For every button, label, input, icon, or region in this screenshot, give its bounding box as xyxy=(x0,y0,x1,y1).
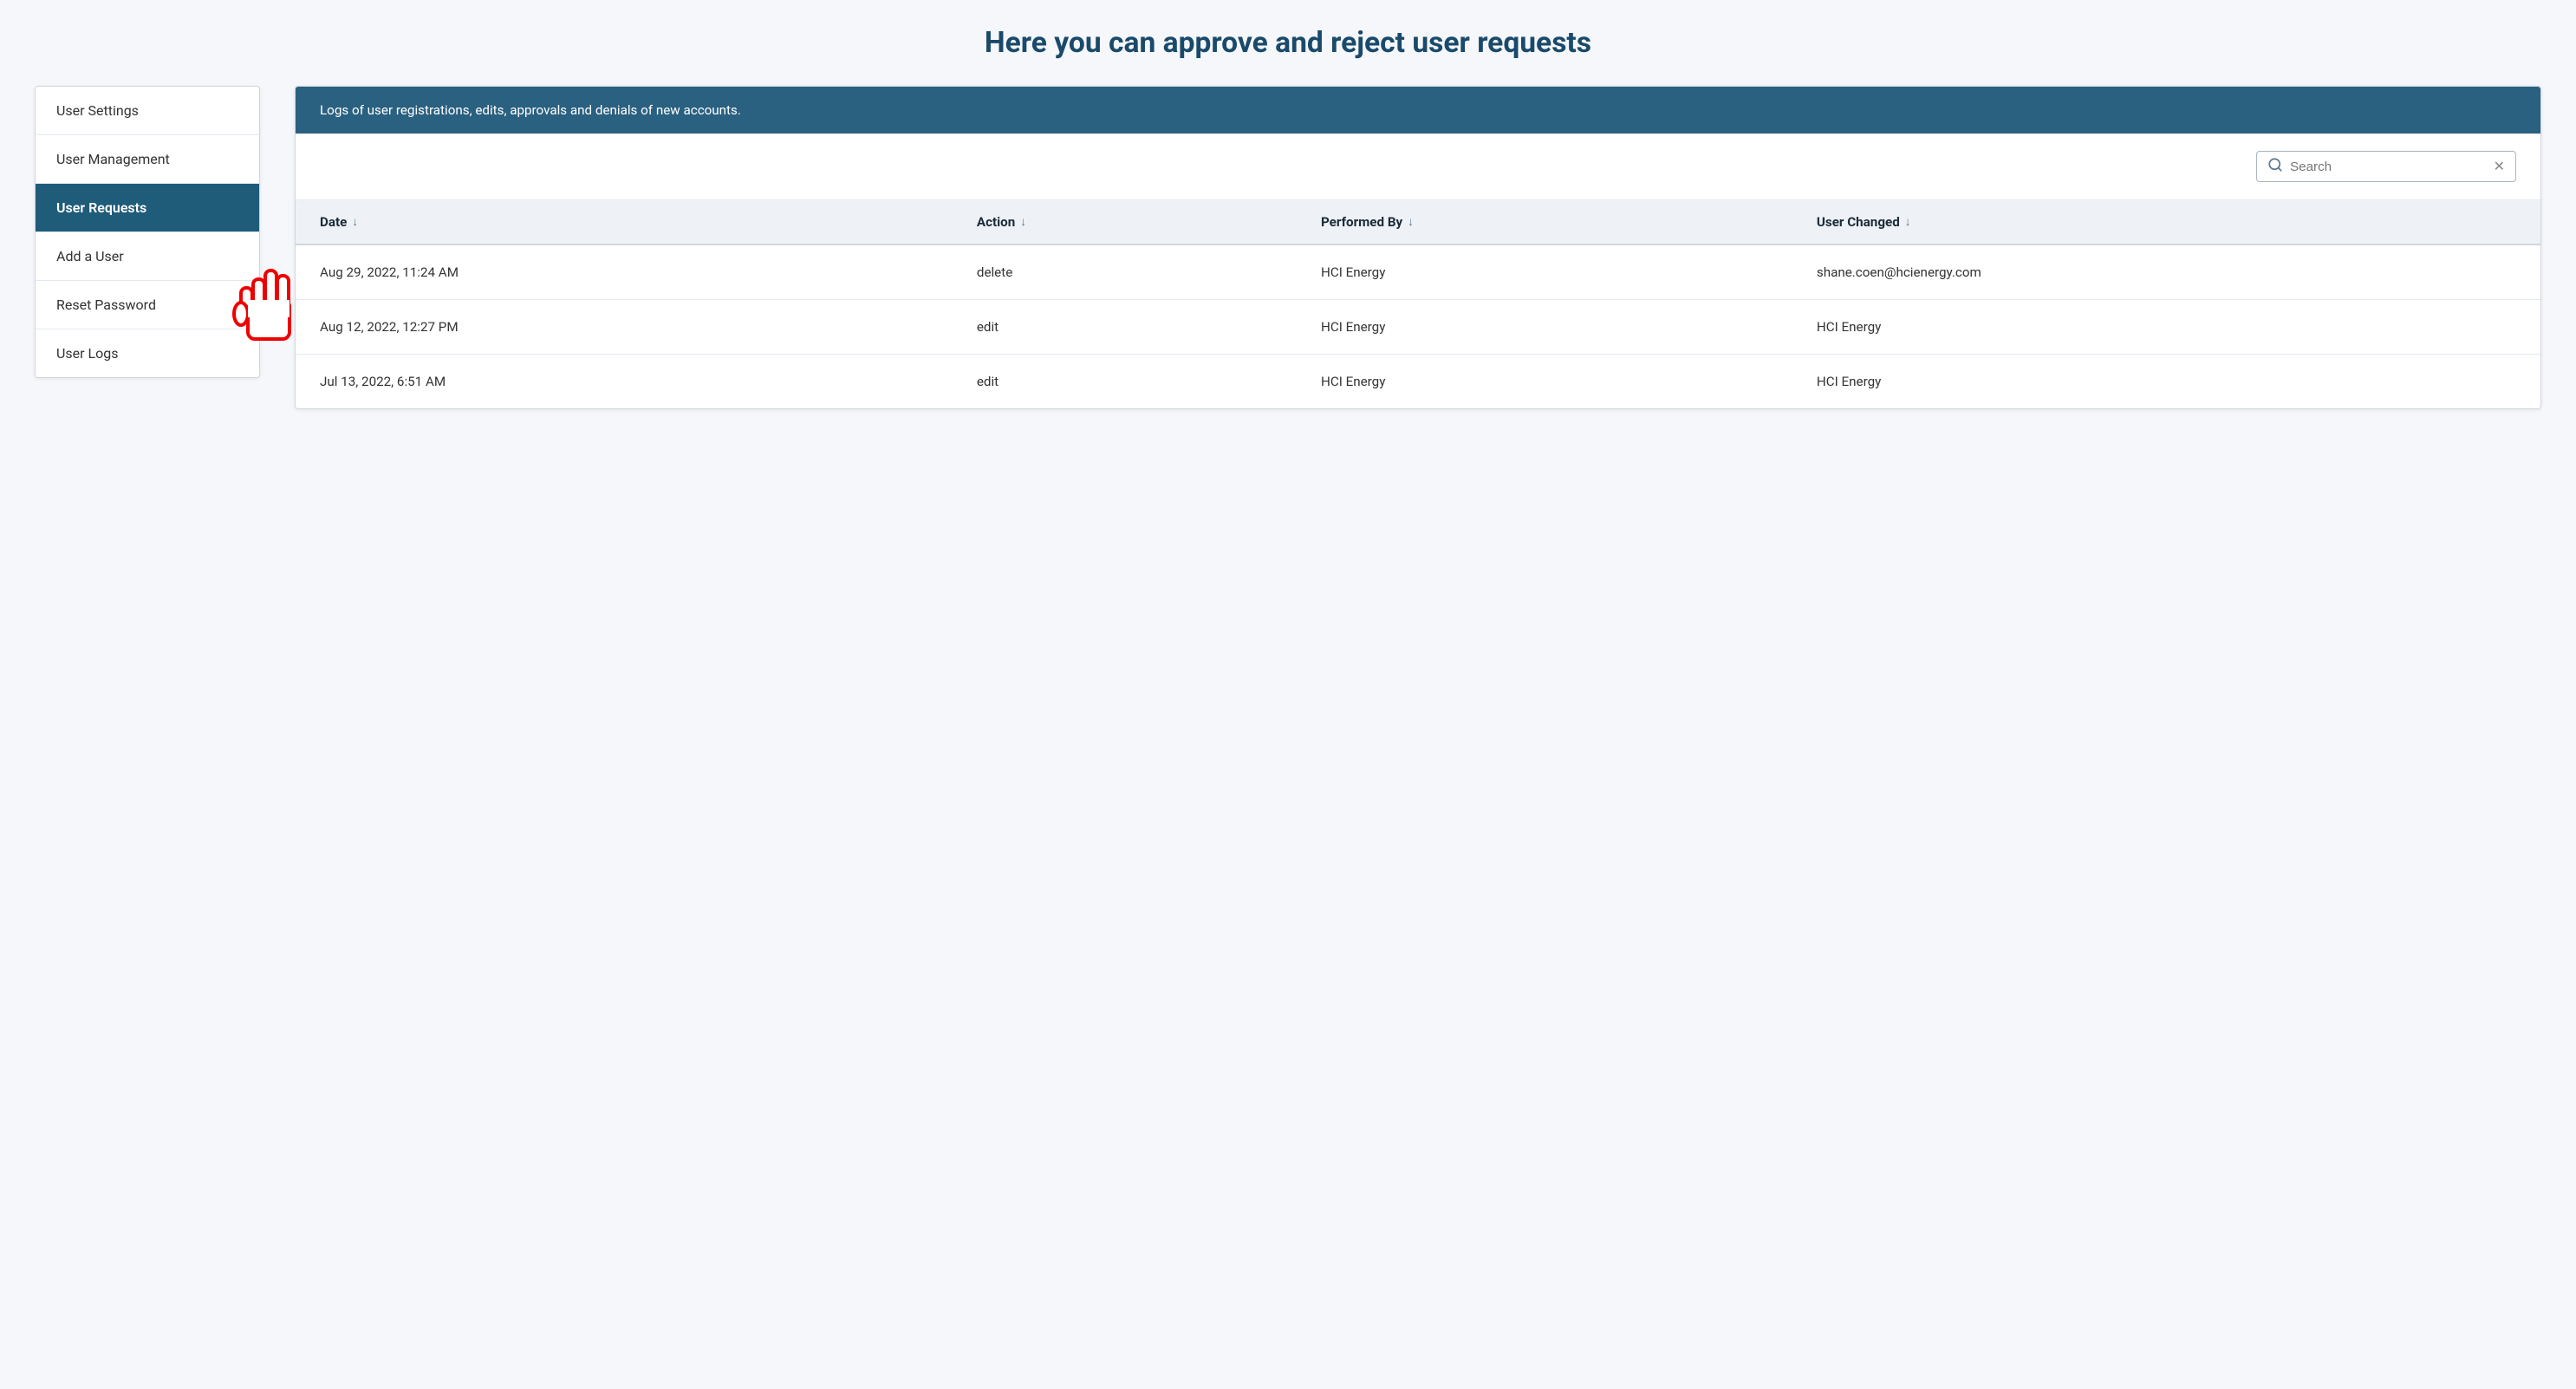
cell-user_changed-0: shane.coen@hcienergy.com xyxy=(1792,245,2540,300)
sort-arrow-performed-by: ↓ xyxy=(1408,215,1414,229)
cell-user_changed-2: HCI Energy xyxy=(1792,355,2540,409)
panel-header: Logs of user registrations, edits, appro… xyxy=(296,87,2540,134)
cell-action-0: delete xyxy=(953,245,1297,300)
table-row: Aug 12, 2022, 12:27 PMeditHCI EnergyHCI … xyxy=(296,300,2540,355)
sort-arrow-user-changed: ↓ xyxy=(1905,215,1911,229)
sidebar-item-user-requests[interactable]: User Requests xyxy=(36,184,259,232)
col-header-action[interactable]: Action ↓ xyxy=(953,200,1297,245)
sidebar-item-reset-password[interactable]: Reset Password xyxy=(36,281,259,329)
sidebar-item-add-a-user[interactable]: Add a User xyxy=(36,232,259,281)
panel-toolbar: ✕ xyxy=(296,134,2540,200)
cell-date-2: Jul 13, 2022, 6:51 AM xyxy=(296,355,953,409)
search-input[interactable] xyxy=(2290,160,2487,174)
cell-user_changed-1: HCI Energy xyxy=(1792,300,2540,355)
cell-date-0: Aug 29, 2022, 11:24 AM xyxy=(296,245,953,300)
logs-table: Date ↓ Action ↓ Performe xyxy=(296,200,2540,408)
table-header-row: Date ↓ Action ↓ Performe xyxy=(296,200,2540,245)
search-clear-button[interactable]: ✕ xyxy=(2494,160,2505,173)
sidebar-item-user-management[interactable]: User Management xyxy=(36,135,259,184)
col-header-user-changed[interactable]: User Changed ↓ xyxy=(1792,200,2540,245)
cell-date-1: Aug 12, 2022, 12:27 PM xyxy=(296,300,953,355)
cell-performed_by-2: HCI Energy xyxy=(1297,355,1792,409)
search-icon xyxy=(2267,157,2283,176)
page-title: Here you can approve and reject user req… xyxy=(35,26,2541,60)
table-row: Jul 13, 2022, 6:51 AMeditHCI EnergyHCI E… xyxy=(296,355,2540,409)
col-header-date[interactable]: Date ↓ xyxy=(296,200,953,245)
sort-arrow-date: ↓ xyxy=(352,215,358,229)
sort-arrow-action: ↓ xyxy=(1020,215,1026,229)
search-wrapper: ✕ xyxy=(2256,151,2516,182)
sidebar-item-user-logs[interactable]: User Logs xyxy=(36,329,259,377)
main-panel: Logs of user registrations, edits, appro… xyxy=(295,86,2541,409)
col-header-performed-by[interactable]: Performed By ↓ xyxy=(1297,200,1792,245)
sidebar-item-user-settings[interactable]: User Settings xyxy=(36,87,259,135)
cell-performed_by-1: HCI Energy xyxy=(1297,300,1792,355)
cell-performed_by-0: HCI Energy xyxy=(1297,245,1792,300)
table-row: Aug 29, 2022, 11:24 AMdeleteHCI Energysh… xyxy=(296,245,2540,300)
cell-action-1: edit xyxy=(953,300,1297,355)
cell-action-2: edit xyxy=(953,355,1297,409)
sidebar: User Settings User Management User Reque… xyxy=(35,86,260,378)
